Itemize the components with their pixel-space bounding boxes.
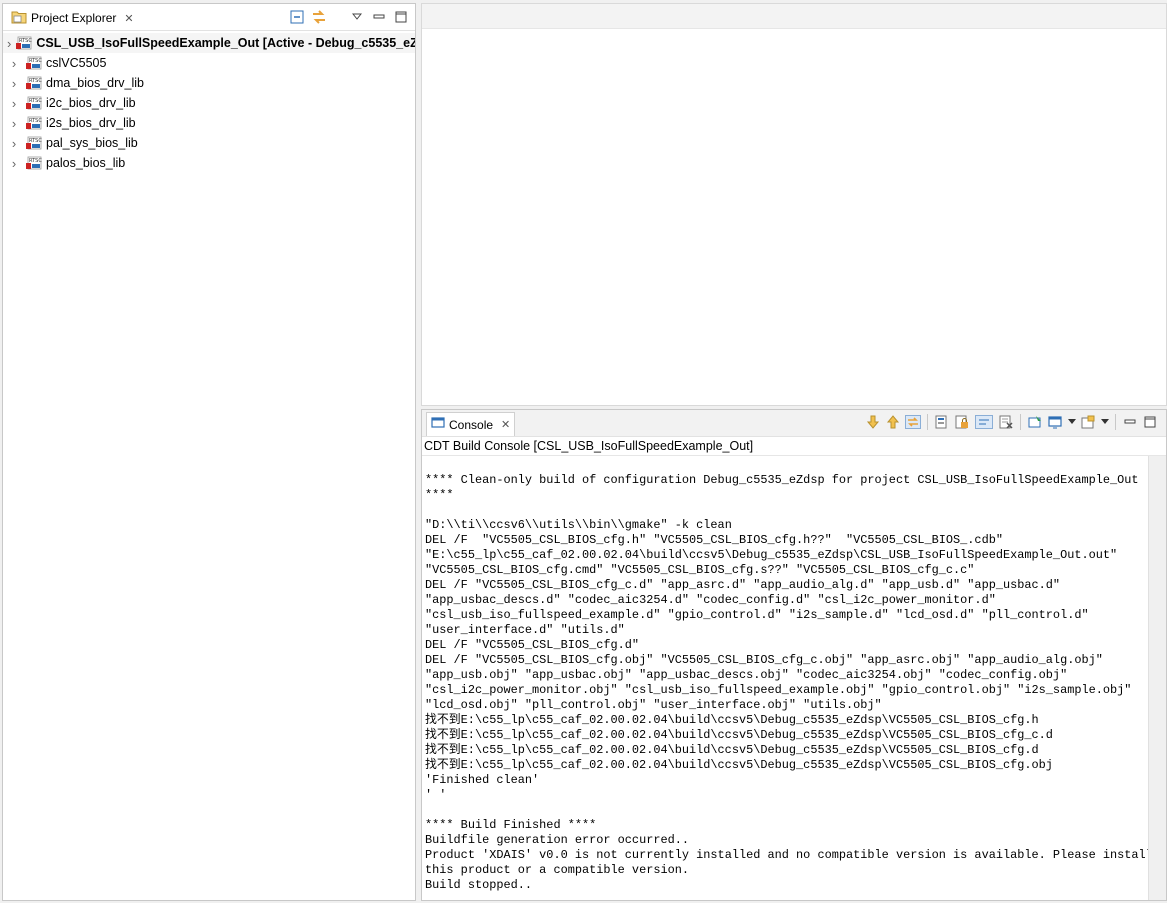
scroll-up-icon[interactable]: [885, 414, 901, 430]
lock-icon[interactable]: [954, 414, 970, 430]
tree-item-label: dma_bios_drv_lib: [46, 76, 144, 90]
word-wrap-icon[interactable]: [974, 414, 994, 430]
dropdown-arrow-icon[interactable]: [1100, 414, 1109, 430]
console-line: DEL /F "VC5505_CSL_BIOS_cfg.h" "VC5505_C…: [425, 533, 1003, 547]
chevron-right-icon[interactable]: ›: [7, 116, 21, 131]
view-menu-icon[interactable]: [349, 9, 365, 25]
tree-item-label: CSL_USB_IsoFullSpeedExample_Out [Active …: [36, 36, 415, 50]
toolbar-separator: [1115, 414, 1116, 430]
console-line: 找不到E:\c55_lp\c55_caf_02.00.02.04\build\c…: [425, 743, 1039, 757]
tree-item[interactable]: › RTSC dma_bios_drv_lib: [3, 73, 415, 93]
maximize-icon[interactable]: [393, 9, 409, 25]
chevron-right-icon[interactable]: ›: [7, 36, 11, 51]
console-tabbar: Console ✕: [422, 410, 1166, 437]
tree-item-label: i2s_bios_drv_lib: [46, 116, 136, 130]
console-line: this product or a compatible version.: [425, 863, 690, 877]
console-line: **** Clean-only build of configuration D…: [425, 473, 1139, 487]
console-line: "D:\\ti\\ccsv6\\utils\\bin\\gmake" -k cl…: [425, 518, 732, 532]
rtsc-project-icon: RTSC: [25, 155, 42, 171]
console-line: "E:\c55_lp\c55_caf_02.00.02.04\build\ccs…: [425, 548, 1118, 562]
console-subtitle: CDT Build Console [CSL_USB_IsoFullSpeedE…: [422, 437, 1166, 456]
tree-item-label: pal_sys_bios_lib: [46, 136, 138, 150]
chevron-right-icon[interactable]: ›: [7, 96, 21, 111]
rtsc-project-icon: RTSC: [25, 115, 42, 131]
console-line: Product 'XDAIS' v0.0 is not currently in…: [425, 848, 1148, 862]
clear-console-icon[interactable]: [998, 414, 1014, 430]
maximize-icon[interactable]: [1142, 414, 1158, 430]
editor-tab-strip: [422, 4, 1166, 29]
tree-item[interactable]: › RTSC i2s_bios_drv_lib: [3, 113, 415, 133]
rtsc-project-icon: RTSC: [25, 55, 42, 71]
console-line: ' ': [425, 788, 447, 802]
project-tree: › RTSC CSL_USB_IsoFullSpeedExample_Out [Ac…: [3, 31, 415, 173]
close-icon[interactable]: ✕: [124, 12, 133, 25]
console-line: "app_usb.obj" "app_usbac.obj" "app_usbac…: [425, 668, 1068, 682]
tree-item-label: i2c_bios_drv_lib: [46, 96, 136, 110]
console-line: **** Build Finished ****: [425, 818, 597, 832]
copy-build-log-icon[interactable]: [934, 414, 950, 430]
console-scrollbar[interactable]: [1148, 456, 1166, 900]
console-line: ****: [425, 488, 454, 502]
tree-item[interactable]: › RTSC i2c_bios_drv_lib: [3, 93, 415, 113]
tab-label: Project Explorer: [31, 11, 117, 25]
rtsc-project-icon: RTSC: [25, 95, 42, 111]
tree-item[interactable]: › RTSC palos_bios_lib: [3, 153, 415, 173]
pin-console-icon[interactable]: [1027, 414, 1043, 430]
toolbar-separator: [1020, 414, 1021, 430]
folder-icon: [11, 10, 27, 27]
console-toolbar: [865, 414, 1158, 430]
console-line: Build stopped..: [425, 878, 533, 892]
dropdown-arrow-icon[interactable]: [1067, 414, 1076, 430]
tab-project-explorer[interactable]: Project Explorer ✕: [7, 7, 138, 29]
scroll-down-icon[interactable]: [865, 414, 881, 430]
link-with-editor-icon[interactable]: [311, 9, 327, 25]
chevron-right-icon[interactable]: ›: [7, 76, 21, 91]
minimize-icon[interactable]: [371, 9, 387, 25]
console-panel: Console ✕ CDT Build Console [CSL_USB_Iso…: [421, 409, 1167, 901]
console-line: 找不到E:\c55_lp\c55_caf_02.00.02.04\build\c…: [425, 758, 1053, 772]
console-line: Buildfile generation error occurred..: [425, 833, 690, 847]
open-console-icon[interactable]: [1080, 414, 1096, 430]
console-line: "csl_i2c_power_monitor.obj" "csl_usb_iso…: [425, 683, 1132, 697]
chevron-right-icon[interactable]: ›: [7, 156, 21, 171]
tree-item-label: palos_bios_lib: [46, 156, 126, 170]
minimize-icon[interactable]: [1122, 414, 1138, 430]
project-explorer-panel: Project Explorer ✕ › RTSC CSL_USB_IsoFullS…: [2, 3, 416, 901]
console-line: "csl_usb_iso_fullspeed_example.d" "gpio_…: [425, 608, 1089, 622]
console-line: "app_usbac_descs.d" "codec_aic3254.d" "c…: [425, 593, 996, 607]
chevron-right-icon[interactable]: ›: [7, 56, 21, 71]
console-output[interactable]: **** Clean-only build of configuration D…: [422, 456, 1148, 900]
rtsc-project-icon: RTSC: [25, 135, 42, 151]
toolbar-separator: [927, 414, 928, 430]
tab-label: Console: [449, 417, 494, 432]
tree-item[interactable]: › RTSC cslVC5505: [3, 53, 415, 73]
console-line: 'Finished clean': [425, 773, 540, 787]
scrollbar-thumb[interactable]: [1152, 458, 1163, 468]
console-line: 找不到E:\c55_lp\c55_caf_02.00.02.04\build\c…: [425, 728, 1053, 742]
rtsc-project-icon: RTSC: [25, 75, 42, 91]
console-icon: [431, 417, 445, 432]
tree-item-label: cslVC5505: [46, 56, 107, 70]
chevron-right-icon[interactable]: ›: [7, 136, 21, 151]
project-explorer-tabbar: Project Explorer ✕: [3, 4, 415, 31]
console-line: 找不到E:\c55_lp\c55_caf_02.00.02.04\build\c…: [425, 713, 1039, 727]
console-line: DEL /F "VC5505_CSL_BIOS_cfg.d": [425, 638, 640, 652]
console-line: "user_interface.d" "utils.d": [425, 623, 625, 637]
collapse-all-icon[interactable]: [289, 9, 305, 25]
display-console-icon[interactable]: [1047, 414, 1063, 430]
tab-console[interactable]: Console ✕: [426, 412, 516, 436]
console-line: DEL /F "VC5505_CSL_BIOS_cfg.obj" "VC5505…: [425, 653, 1103, 667]
rtsc-project-icon: RTSC: [15, 35, 33, 51]
close-icon[interactable]: ✕: [501, 418, 510, 431]
console-line: DEL /F "VC5505_CSL_BIOS_cfg_c.d" "app_as…: [425, 578, 1061, 592]
console-line: "VC5505_CSL_BIOS_cfg.cmd" "VC5505_CSL_BI…: [425, 563, 975, 577]
tree-item[interactable]: › RTSC pal_sys_bios_lib: [3, 133, 415, 153]
editor-area: [421, 3, 1167, 406]
console-line: "lcd_osd.obj" "pll_control.obj" "user_in…: [425, 698, 882, 712]
tree-item[interactable]: › RTSC CSL_USB_IsoFullSpeedExample_Out [Ac…: [3, 33, 415, 53]
link-icon[interactable]: [905, 414, 921, 430]
